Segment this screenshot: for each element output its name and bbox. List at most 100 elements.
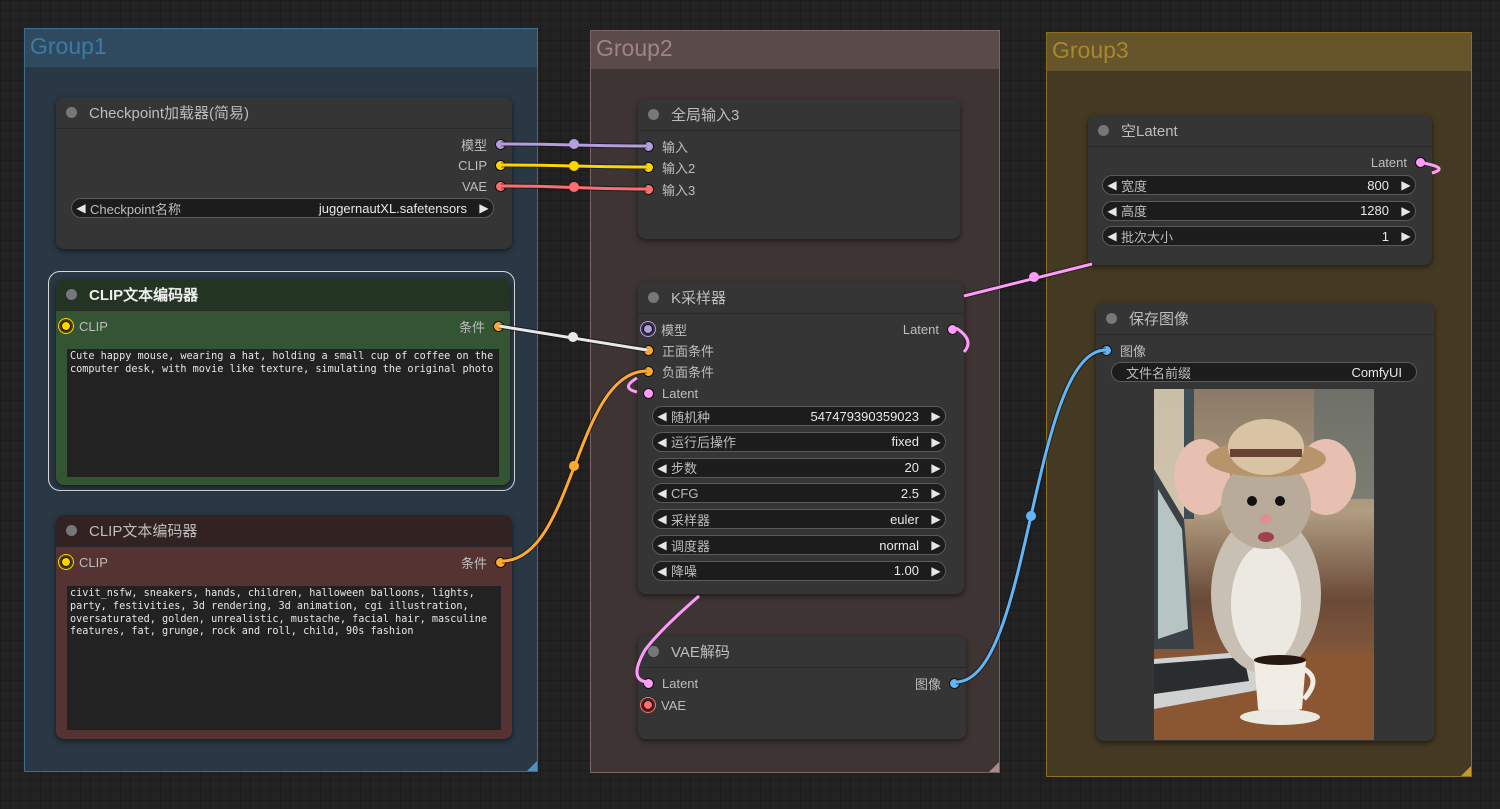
increment-arrow-icon[interactable]: ▶	[1397, 229, 1415, 243]
node-header[interactable]: 空Latent	[1088, 115, 1432, 147]
collapse-dot-icon[interactable]	[66, 107, 77, 118]
increment-arrow-icon[interactable]: ▶	[1397, 204, 1415, 218]
output-slot-clip[interactable]: CLIP	[458, 157, 506, 173]
decrement-arrow-icon[interactable]: ◀	[1103, 204, 1121, 218]
increment-arrow-icon[interactable]: ▶	[475, 201, 493, 215]
increment-arrow-icon[interactable]: ▶	[1397, 178, 1415, 192]
input-slot-3[interactable]: 输入3	[643, 181, 695, 198]
increment-arrow-icon[interactable]: ▶	[927, 564, 945, 578]
input-slot-latent[interactable]: Latent	[643, 675, 698, 691]
filename-prefix-input[interactable]: 文件名前缀 ComfyUI	[1111, 362, 1417, 382]
input-slot-positive[interactable]: 正面条件	[643, 342, 714, 359]
decrement-arrow-icon[interactable]: ◀	[653, 435, 671, 449]
decrement-arrow-icon[interactable]: ◀	[653, 409, 671, 423]
node-ksampler[interactable]: K采样器 模型 正面条件 负面条件 Latent Latent ◀ 随机种 5474…	[638, 282, 964, 594]
link-midpoint-handle[interactable]	[569, 161, 579, 171]
collapse-dot-icon[interactable]	[1098, 125, 1109, 136]
latent-pin-icon[interactable]	[643, 387, 654, 399]
node-header[interactable]: CLIP文本编码器	[56, 279, 510, 311]
widget-2[interactable]: ◀ 步数 20 ▶	[652, 457, 946, 478]
increment-arrow-icon[interactable]: ▶	[927, 435, 945, 449]
latent-pin-icon[interactable]	[643, 677, 654, 689]
input-slot-1[interactable]: 输入	[643, 138, 688, 155]
clip-pin-icon[interactable]	[61, 321, 71, 331]
group-title[interactable]: Group3	[1047, 33, 1471, 71]
increment-arrow-icon[interactable]: ▶	[927, 486, 945, 500]
widget-6[interactable]: ◀ 降噪 1.00 ▶	[652, 560, 946, 581]
decrement-arrow-icon[interactable]: ◀	[1103, 178, 1121, 192]
model-pin-icon[interactable]	[643, 140, 654, 152]
widget-1[interactable]: ◀ 运行后操作 fixed ▶	[652, 431, 946, 452]
checkpoint-name-combo[interactable]: ◀ Checkpoint名称 juggernautXL.safetensors …	[71, 198, 494, 218]
clip-pin-icon[interactable]	[61, 557, 71, 567]
latent-pin-icon[interactable]	[947, 323, 958, 335]
output-slot-conditioning[interactable]: 条件	[459, 318, 504, 335]
link-midpoint-handle[interactable]	[569, 139, 579, 149]
prompt-textarea[interactable]: Cute happy mouse, wearing a hat, holding…	[67, 349, 499, 477]
node-save-image[interactable]: 保存图像 图像 文件名前缀 ComfyUI	[1096, 303, 1434, 741]
vae-pin-icon[interactable]	[643, 700, 653, 710]
conditioning-pin-icon[interactable]	[493, 320, 504, 332]
node-empty-latent[interactable]: 空Latent Latent ◀ 宽度 800 ▶ ◀ 高度 1280 ▶ ◀ 批次大小 1 ▶	[1088, 115, 1432, 265]
link-midpoint-handle[interactable]	[569, 461, 579, 471]
node-clip-text-encode-negative[interactable]: CLIP文本编码器 CLIP 条件 civit_nsfw, sneakers, …	[56, 515, 512, 739]
node-header[interactable]: VAE解码	[638, 636, 966, 668]
collapse-dot-icon[interactable]	[66, 525, 77, 536]
group-resize-handle[interactable]	[527, 761, 537, 771]
node-checkpoint-loader[interactable]: Checkpoint加载器(简易) 模型 CLIP VAE ◀ Checkpoi…	[56, 97, 512, 249]
conditioning-pin-icon[interactable]	[643, 344, 654, 356]
group-title[interactable]: Group1	[25, 29, 537, 67]
collapse-dot-icon[interactable]	[648, 292, 659, 303]
node-header[interactable]: Checkpoint加载器(简易)	[56, 97, 512, 129]
widget-2[interactable]: ◀ 批次大小 1 ▶	[1102, 226, 1416, 246]
vae-pin-icon[interactable]	[643, 183, 654, 195]
widget-1[interactable]: ◀ 高度 1280 ▶	[1102, 200, 1416, 221]
widget-4[interactable]: ◀ 采样器 euler ▶	[652, 509, 946, 530]
input-slot-image[interactable]: 图像	[1101, 342, 1146, 359]
node-header[interactable]: 保存图像	[1096, 303, 1434, 335]
decrement-arrow-icon[interactable]: ◀	[653, 564, 671, 578]
decrement-arrow-icon[interactable]: ◀	[653, 512, 671, 526]
link-midpoint-handle[interactable]	[1029, 272, 1039, 282]
node-header[interactable]: 全局输入3	[638, 99, 960, 131]
node-clip-text-encode-positive[interactable]: CLIP文本编码器 CLIP 条件 Cute happy mouse, wear…	[56, 279, 510, 485]
input-slot-2[interactable]: 输入2	[643, 159, 695, 176]
increment-arrow-icon[interactable]: ▶	[927, 409, 945, 423]
collapse-dot-icon[interactable]	[1106, 313, 1117, 324]
node-vae-decode[interactable]: VAE解码 Latent VAE 图像	[638, 636, 966, 739]
increment-arrow-icon[interactable]: ▶	[927, 461, 945, 475]
model-pin-icon[interactable]	[495, 138, 506, 150]
decrement-arrow-icon[interactable]: ◀	[653, 486, 671, 500]
output-slot-latent[interactable]: Latent	[903, 321, 958, 337]
input-slot-clip[interactable]: CLIP	[61, 554, 108, 570]
input-slot-latent[interactable]: Latent	[643, 385, 698, 401]
output-slot-conditioning[interactable]: 条件	[461, 554, 506, 571]
input-slot-vae[interactable]: VAE	[643, 697, 686, 713]
image-preview[interactable]	[1154, 389, 1374, 740]
increment-arrow-icon[interactable]: ▶	[927, 512, 945, 526]
decrement-arrow-icon[interactable]: ◀	[1103, 229, 1121, 243]
widget-0[interactable]: ◀ 宽度 800 ▶	[1102, 175, 1416, 195]
output-slot-latent[interactable]: Latent	[1371, 154, 1426, 170]
group-resize-handle[interactable]	[989, 762, 999, 772]
image-pin-icon[interactable]	[1101, 344, 1112, 356]
increment-arrow-icon[interactable]: ▶	[927, 538, 945, 552]
clip-pin-icon[interactable]	[643, 161, 654, 173]
link-midpoint-handle[interactable]	[1026, 511, 1036, 521]
negative-prompt-textarea[interactable]: civit_nsfw, sneakers, hands, children, h…	[67, 586, 501, 730]
decrement-arrow-icon[interactable]: ◀	[653, 461, 671, 475]
conditioning-pin-icon[interactable]	[643, 365, 654, 377]
node-header[interactable]: CLIP文本编码器	[56, 515, 512, 547]
decrement-arrow-icon[interactable]: ◀	[653, 538, 671, 552]
vae-pin-icon[interactable]	[495, 180, 506, 192]
output-slot-model[interactable]: 模型	[461, 136, 506, 153]
collapse-dot-icon[interactable]	[66, 289, 77, 300]
node-header[interactable]: K采样器	[638, 282, 964, 314]
widget-5[interactable]: ◀ 调度器 normal ▶	[652, 535, 946, 555]
collapse-dot-icon[interactable]	[648, 109, 659, 120]
output-slot-vae[interactable]: VAE	[462, 178, 506, 194]
conditioning-pin-icon[interactable]	[495, 556, 506, 568]
link-midpoint-handle[interactable]	[568, 332, 578, 342]
clip-pin-icon[interactable]	[495, 159, 506, 171]
input-slot-clip[interactable]: CLIP	[61, 318, 108, 334]
